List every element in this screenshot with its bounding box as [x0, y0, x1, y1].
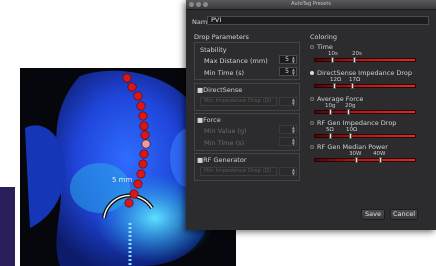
slider-min-handle[interactable] [333, 83, 336, 89]
directsense-drop-label: DirectSense Impedance Drop [317, 69, 413, 77]
rf-min-impedance-input[interactable]: ▲ ▼ [279, 167, 297, 176]
slider-min-handle[interactable] [331, 57, 334, 63]
directsense-min-impedance-field[interactable]: Min Impedance Drop (Ω) [200, 97, 277, 106]
force-checkbox-row[interactable]: ■Force [197, 116, 221, 124]
max-distance-input[interactable]: 5 ▲ ▼ [279, 55, 297, 64]
spinner-icon[interactable]: ▲ ▼ [292, 138, 295, 146]
slider-max-handle[interactable] [347, 109, 350, 115]
ablation-tag [133, 91, 143, 101]
ablation-tag [127, 82, 137, 92]
rf-gen-power-range-slider[interactable] [314, 157, 416, 163]
ablation-tag [124, 198, 134, 208]
rf-gen-power-label: RF Gen Median Power [317, 143, 388, 151]
force-title: Force [203, 116, 221, 124]
ablation-tag [122, 73, 132, 83]
max-distance-label: Max Distance (mm) [204, 57, 268, 65]
average-force-radio[interactable] [310, 97, 314, 101]
slider-min-handle[interactable] [355, 157, 358, 163]
save-button[interactable]: Save [361, 209, 385, 220]
rf-gen-drop-label: RF Gen Impedance Drop [317, 119, 397, 127]
slider-max-handle[interactable] [379, 157, 382, 163]
rf-generator-checkbox-row[interactable]: ■RF Generator [197, 156, 247, 164]
min-time-label: Min Time (s) [204, 69, 245, 77]
autotag-presets-dialog: AutoTag Presets Name: PVI Drop Parameter… [186, 0, 436, 230]
drop-parameters-title: Drop Parameters [194, 33, 249, 41]
rf-gen-power-radio[interactable] [310, 145, 314, 149]
average-force-label: Average Force [317, 95, 364, 103]
rf-min-impedance-field[interactable]: Min Impedance Drop (Ω) [200, 167, 277, 176]
coloring-title: Coloring [310, 33, 338, 41]
spinner-icon[interactable]: ▲ ▼ [292, 56, 295, 64]
ablation-tag [139, 121, 149, 131]
max-distance-value: 5 [285, 56, 289, 63]
ablation-tag [141, 139, 151, 149]
ablation-tag [136, 169, 146, 179]
average-force-range-slider[interactable] [314, 109, 416, 115]
force-min-value-label: Min Value (g) [204, 127, 247, 135]
title-bar[interactable]: AutoTag Presets [186, 0, 436, 10]
name-input[interactable]: PVI [207, 16, 429, 25]
time-label: Time [317, 43, 333, 51]
force-min-time-input[interactable]: ▲ ▼ [279, 137, 297, 146]
distance-label: 5 mm [112, 176, 133, 184]
slider-max-handle[interactable] [349, 133, 352, 139]
spinner-icon[interactable]: ▲ ▼ [292, 98, 295, 106]
left-panel-edge [0, 187, 15, 266]
min-time-input[interactable]: 5 ▲ ▼ [279, 67, 297, 76]
rf-gen-drop-range-slider[interactable] [314, 133, 416, 139]
ablation-tag [138, 159, 148, 169]
ablation-tag [129, 189, 139, 199]
stability-title: Stability [200, 46, 227, 54]
directsense-drop-range-slider[interactable] [314, 83, 416, 89]
spinner-icon[interactable]: ▲ ▼ [292, 126, 295, 134]
window-title: AutoTag Presets [291, 1, 331, 7]
directsense-drop-radio[interactable] [310, 71, 314, 75]
slider-min-handle[interactable] [329, 109, 332, 115]
slider-max-handle[interactable] [353, 57, 356, 63]
min-time-value: 5 [285, 68, 289, 75]
directsense-checkbox-row[interactable]: ■DirectSense [197, 86, 242, 94]
time-range-slider[interactable] [314, 57, 416, 63]
spinner-icon[interactable]: ▲ ▼ [292, 168, 295, 176]
spinner-icon[interactable]: ▲ ▼ [292, 68, 295, 76]
force-min-value-input[interactable]: ▲ ▼ [279, 125, 297, 134]
directsense-title: DirectSense [203, 86, 243, 94]
time-radio[interactable] [310, 45, 314, 49]
ablation-tag [133, 179, 143, 189]
slider-max-handle[interactable] [351, 83, 354, 89]
ablation-tag [139, 149, 149, 159]
rf-gen-drop-radio[interactable] [310, 121, 314, 125]
force-min-time-label: Min Time (s) [204, 139, 245, 147]
slider-min-handle[interactable] [329, 133, 332, 139]
ablation-tag [140, 130, 150, 140]
ablation-tag [138, 111, 148, 121]
ablation-tag [136, 101, 146, 111]
directsense-min-impedance-input[interactable]: ▲ ▼ [279, 97, 297, 106]
cancel-button[interactable]: Cancel [390, 209, 418, 220]
rf-generator-title: RF Generator [203, 156, 247, 164]
